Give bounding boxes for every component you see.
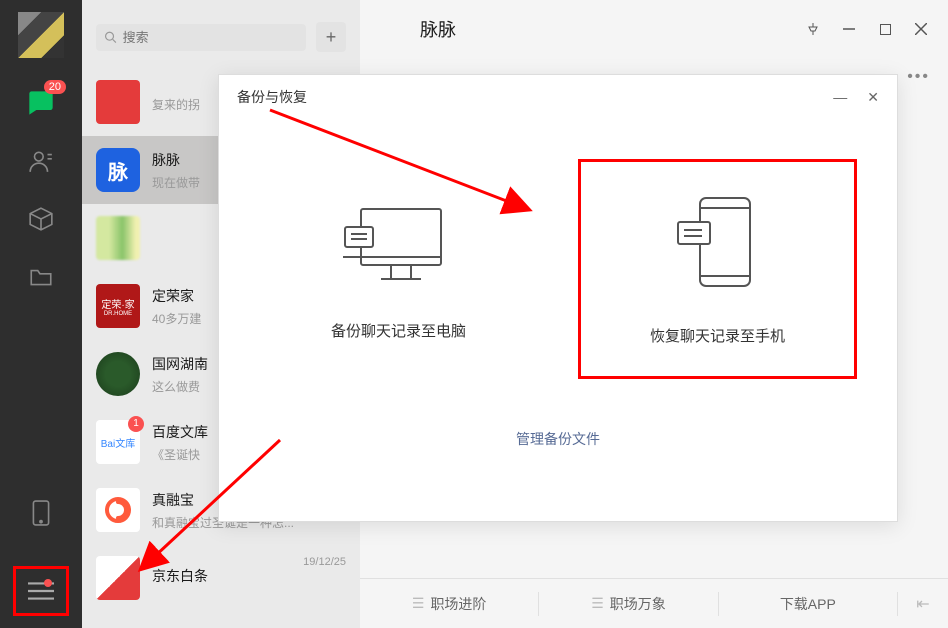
chat-avatar (96, 80, 140, 124)
contacts-tab-icon[interactable] (26, 146, 56, 176)
close-button[interactable] (914, 22, 928, 36)
search-icon (104, 30, 117, 44)
tab-vientiane[interactable]: ☰职场万象 (539, 594, 717, 614)
page-title: 脉脉 (380, 16, 456, 42)
search-input[interactable] (123, 30, 298, 45)
list-icon: ☰ (412, 595, 425, 612)
chat-badge: 20 (44, 80, 66, 94)
chat-avatar: 脉 (96, 148, 140, 192)
tab-career[interactable]: ☰职场进阶 (360, 594, 538, 614)
main-sidebar: 20 (0, 0, 82, 628)
phone-icon[interactable] (26, 498, 56, 528)
chat-avatar (96, 352, 140, 396)
chat-tab-icon[interactable]: 20 (26, 88, 56, 118)
add-button[interactable]: + (316, 22, 346, 52)
menu-notification-dot (44, 579, 52, 587)
restore-to-phone-option[interactable]: 恢复聊天记录至手机 (578, 159, 857, 379)
box-icon[interactable] (26, 204, 56, 234)
collapse-icon[interactable]: ⇤ (898, 594, 948, 614)
chat-avatar (96, 216, 140, 260)
annotation-arrow (130, 430, 290, 590)
chat-avatar: 定荣·家DR.HOME (96, 284, 140, 328)
list-icon: ☰ (591, 595, 604, 612)
manage-backup-link[interactable]: 管理备份文件 (516, 431, 600, 447)
search-box[interactable] (96, 24, 306, 51)
user-avatar[interactable] (18, 12, 64, 58)
annotation-arrow (260, 100, 560, 240)
modal-close-button[interactable]: ✕ (867, 89, 879, 106)
restore-label: 恢复聊天记录至手机 (650, 325, 785, 346)
more-button[interactable]: ••• (907, 68, 930, 86)
minimize-button[interactable] (842, 22, 856, 36)
pin-button[interactable] (806, 22, 820, 36)
menu-button[interactable] (13, 566, 69, 616)
modal-minimize-button[interactable]: — (833, 89, 847, 106)
tab-download[interactable]: 下载APP (719, 594, 897, 614)
chat-time: 19/12/25 (303, 556, 346, 568)
backup-label: 备份聊天记录至电脑 (331, 320, 466, 341)
phone-restore-icon (672, 192, 762, 297)
bottom-tabs: ☰职场进阶 ☰职场万象 下载APP ⇤ (360, 578, 948, 628)
maximize-button[interactable] (878, 22, 892, 36)
folder-icon[interactable] (26, 262, 56, 292)
